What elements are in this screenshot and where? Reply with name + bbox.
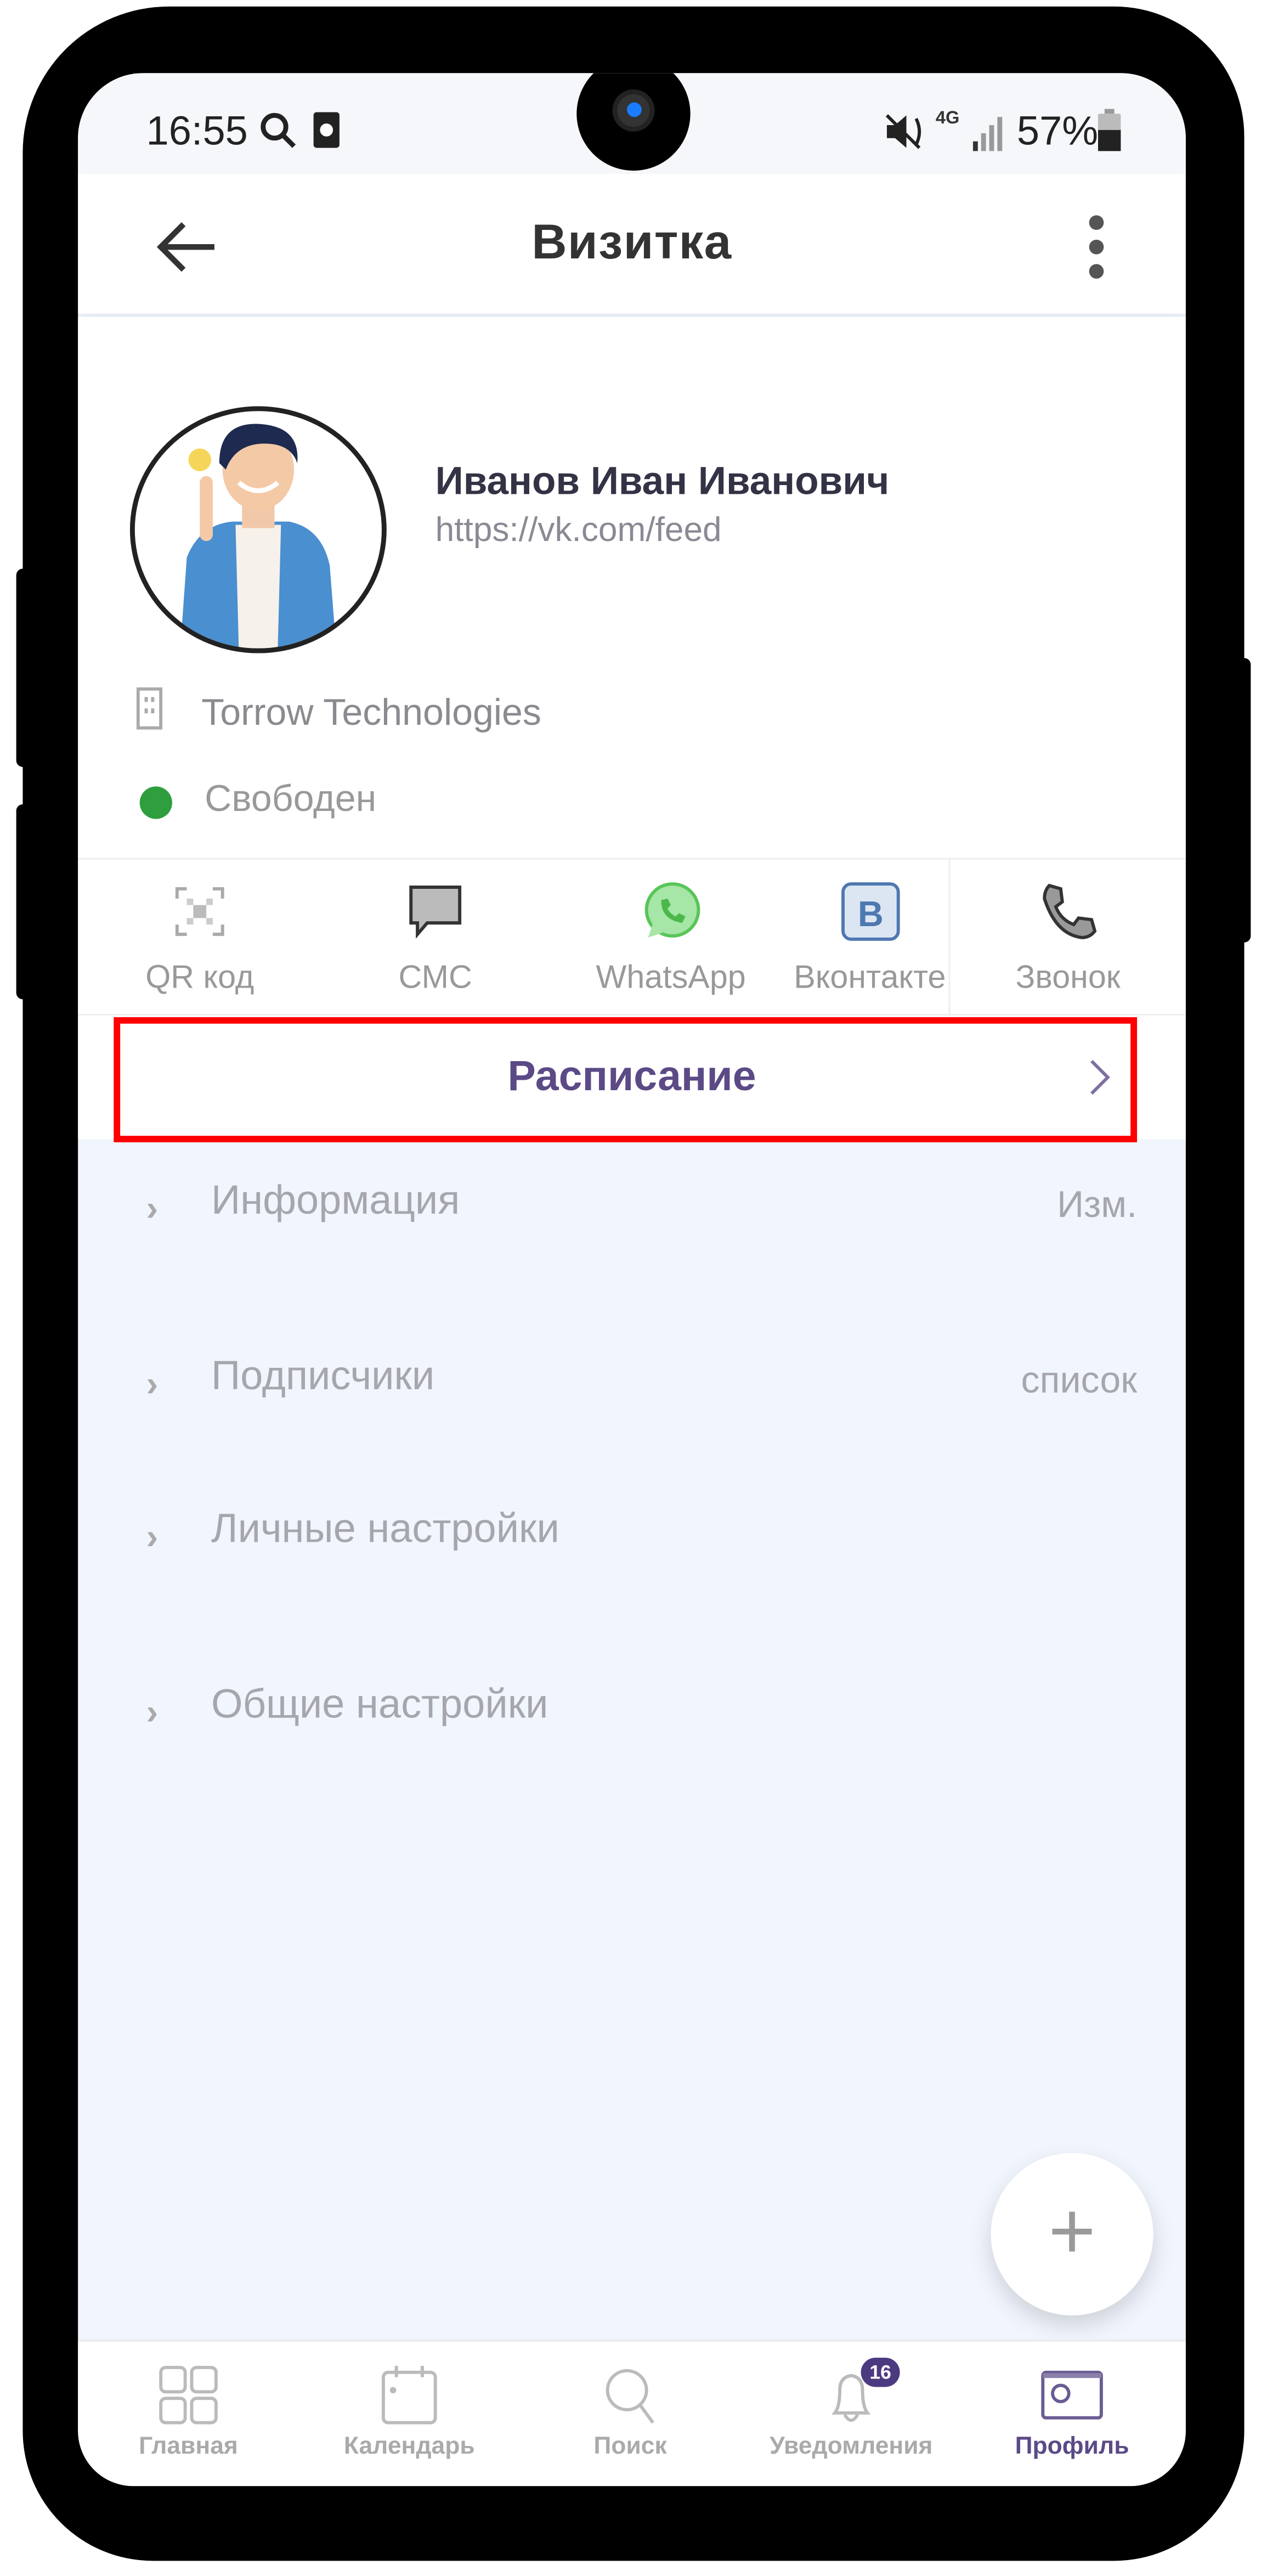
action-label: QR код: [145, 960, 254, 996]
power-button: [1237, 658, 1251, 943]
whatsapp-icon: [644, 882, 700, 938]
app-screen: 16:55 4G 57% Визитка Иванов Иван Иванови…: [78, 73, 1186, 2487]
app-header: Визитка: [78, 173, 1186, 314]
profile-name: Иванов Иван Иванович: [435, 460, 890, 504]
network-type: 4G: [935, 109, 960, 128]
nav-notifications[interactable]: 16 Уведомления: [740, 2342, 961, 2487]
nav-label: Календарь: [343, 2432, 475, 2460]
vk-icon: B: [840, 882, 900, 941]
action-label: Звонок: [1015, 960, 1121, 996]
section-information[interactable]: › Информация Изм.: [78, 1178, 1186, 1243]
building-icon: [136, 687, 163, 730]
section-label: Общие настройки: [211, 1682, 548, 1728]
svg-text:B: B: [857, 894, 883, 934]
action-whatsapp[interactable]: WhatsApp: [549, 860, 793, 1017]
grid-icon: [159, 2365, 218, 2425]
nav-profile[interactable]: Профиль: [961, 2342, 1183, 2487]
page-title: Визитка: [531, 216, 732, 270]
chevron-right-icon: ›: [146, 1516, 159, 1557]
section-label: Информация: [211, 1178, 460, 1224]
chevron-right-icon: ›: [146, 1187, 159, 1228]
avatar-illustration: [180, 424, 337, 649]
section-subscribers[interactable]: › Подписчики список: [78, 1354, 1186, 1418]
phone-icon: [1042, 883, 1096, 939]
section-label: Личные настройки: [211, 1506, 559, 1552]
alarm-status-icon: [313, 112, 340, 148]
company-name: Torrow Technologies: [201, 690, 541, 733]
profile-card-icon: [1041, 2370, 1103, 2420]
profile-card: Иванов Иван Иванович https://vk.com/feed…: [78, 317, 1186, 858]
status-time: 16:55: [146, 109, 248, 155]
add-button[interactable]: +: [991, 2152, 1153, 2316]
action-vkontakte[interactable]: B Вконтакте: [793, 860, 947, 1017]
section-label: Подписчики: [211, 1353, 435, 1399]
list-link[interactable]: список: [1021, 1359, 1138, 1402]
volume-button: [16, 804, 30, 1000]
section-general-settings[interactable]: › Общие настройки: [78, 1682, 1186, 1746]
bottom-navigation: Главная Календарь Поиск 16 Уведомления П…: [78, 2340, 1186, 2487]
profile-link[interactable]: https://vk.com/feed: [435, 512, 722, 551]
chevron-right-icon: ›: [146, 1363, 159, 1404]
avatar[interactable]: [129, 406, 387, 653]
section-personal-settings[interactable]: › Личные настройки: [78, 1506, 1186, 1571]
edit-link[interactable]: Изм.: [1057, 1183, 1137, 1227]
nav-label: Поиск: [593, 2432, 667, 2460]
action-qr-code[interactable]: QR код: [78, 860, 321, 1017]
contact-actions: QR код СМС WhatsApp B Вконтакте Звонок: [78, 858, 1186, 1017]
message-icon: [409, 886, 462, 939]
notification-badge: 16: [861, 2358, 900, 2387]
status-dot: [139, 786, 172, 819]
nav-home[interactable]: Главная: [78, 2342, 299, 2487]
volume-button: [16, 568, 30, 767]
qr-code-icon: [175, 887, 224, 936]
mute-icon: [885, 114, 921, 149]
nav-label: Уведомления: [770, 2432, 933, 2460]
nav-label: Главная: [139, 2432, 238, 2460]
highlight-box: [114, 1017, 1138, 1142]
calendar-icon: [381, 2365, 437, 2425]
action-call[interactable]: Звонок: [948, 859, 1186, 1017]
more-vertical-icon[interactable]: [1085, 213, 1107, 281]
device-frame: 16:55 4G 57% Визитка Иванов Иван Иванови…: [0, 0, 1267, 2575]
action-label: Вконтакте: [794, 960, 946, 996]
action-label: СМС: [398, 960, 472, 996]
search-status-icon: [261, 112, 296, 148]
nav-search[interactable]: Поиск: [520, 2342, 741, 2487]
plus-icon: +: [1048, 2185, 1096, 2277]
search-icon: [606, 2369, 654, 2424]
chevron-right-icon: ›: [146, 1691, 159, 1732]
nav-calendar[interactable]: Календарь: [299, 2342, 520, 2487]
battery-percent: 57%: [1016, 109, 1099, 155]
signal-icon: [972, 117, 1003, 151]
action-sms[interactable]: СМС: [321, 860, 549, 1017]
action-label: WhatsApp: [596, 960, 746, 996]
nav-label: Профиль: [1015, 2432, 1129, 2460]
availability-status: Свободен: [205, 776, 377, 819]
battery-icon: [1098, 109, 1121, 151]
